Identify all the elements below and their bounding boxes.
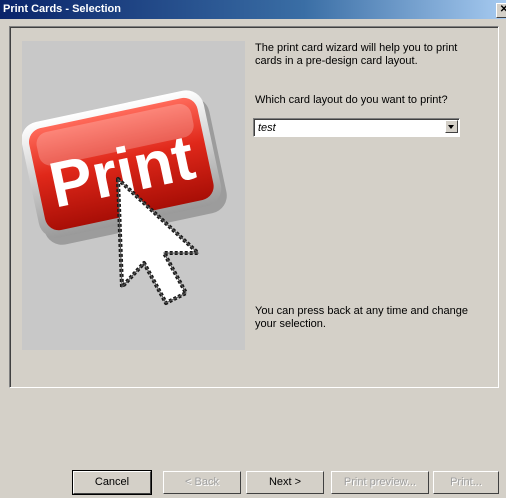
cancel-button[interactable]: Cancel	[72, 470, 152, 495]
next-button[interactable]: Next >	[246, 471, 324, 494]
card-layout-value: test	[258, 122, 276, 134]
layout-question: Which card layout do you want to print?	[255, 94, 448, 106]
title-bar: Print Cards - Selection ✕	[0, 0, 506, 19]
print-illustration: Print	[22, 41, 245, 350]
print-button-cursor-image: Print	[22, 90, 227, 305]
card-layout-select[interactable]: test	[253, 118, 460, 137]
intro-text: The print card wizard will help you to p…	[255, 42, 458, 67]
chevron-down-icon[interactable]	[445, 120, 458, 133]
print-preview-button[interactable]: Print preview...	[331, 471, 429, 494]
print-button[interactable]: Print...	[433, 471, 499, 494]
back-button[interactable]: < Back	[163, 471, 241, 494]
close-icon[interactable]: ✕	[496, 3, 506, 18]
back-note-text: You can press back at any time and chang…	[255, 305, 469, 330]
window-title: Print Cards - Selection	[3, 3, 121, 15]
